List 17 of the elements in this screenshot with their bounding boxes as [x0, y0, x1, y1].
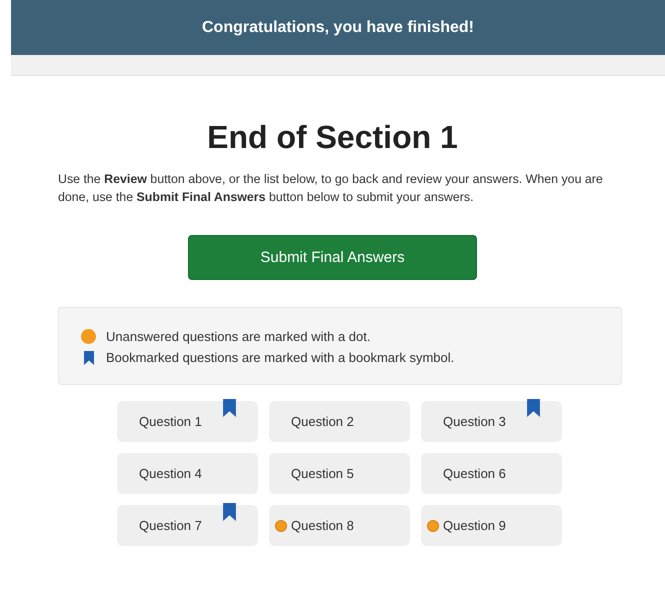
question-button[interactable]: Question 6	[421, 453, 562, 494]
question-button[interactable]: Question 8	[269, 505, 410, 546]
question-button[interactable]: Question 1	[117, 401, 258, 442]
section-title: End of Section 1	[206, 118, 459, 156]
submit-button[interactable]: Submit Final Answers	[188, 235, 477, 280]
question-button[interactable]: Question 9	[421, 505, 562, 546]
legend-text: Bookmarked questions are marked with a bookmark symbol.	[106, 349, 454, 368]
legend-text: Unanswered questions are marked with a dot.	[106, 328, 370, 346]
question-button[interactable]: Question 3	[421, 401, 562, 442]
question-button[interactable]: Question 2	[269, 401, 410, 442]
dot-icon	[81, 329, 96, 344]
instructions-text: Use the Review button above, or the list below, to go back and review your answers. When you are done, use the Submit Final Answers button below to submit your answers.	[58, 171, 604, 206]
question-button[interactable]: Question 7	[117, 505, 258, 546]
question-button[interactable]: Question 5	[269, 453, 410, 494]
header-bar: Congratulations, you have finished!	[11, 0, 665, 55]
question-button[interactable]: Question 4	[117, 453, 258, 494]
bookmark-icon	[84, 350, 94, 365]
